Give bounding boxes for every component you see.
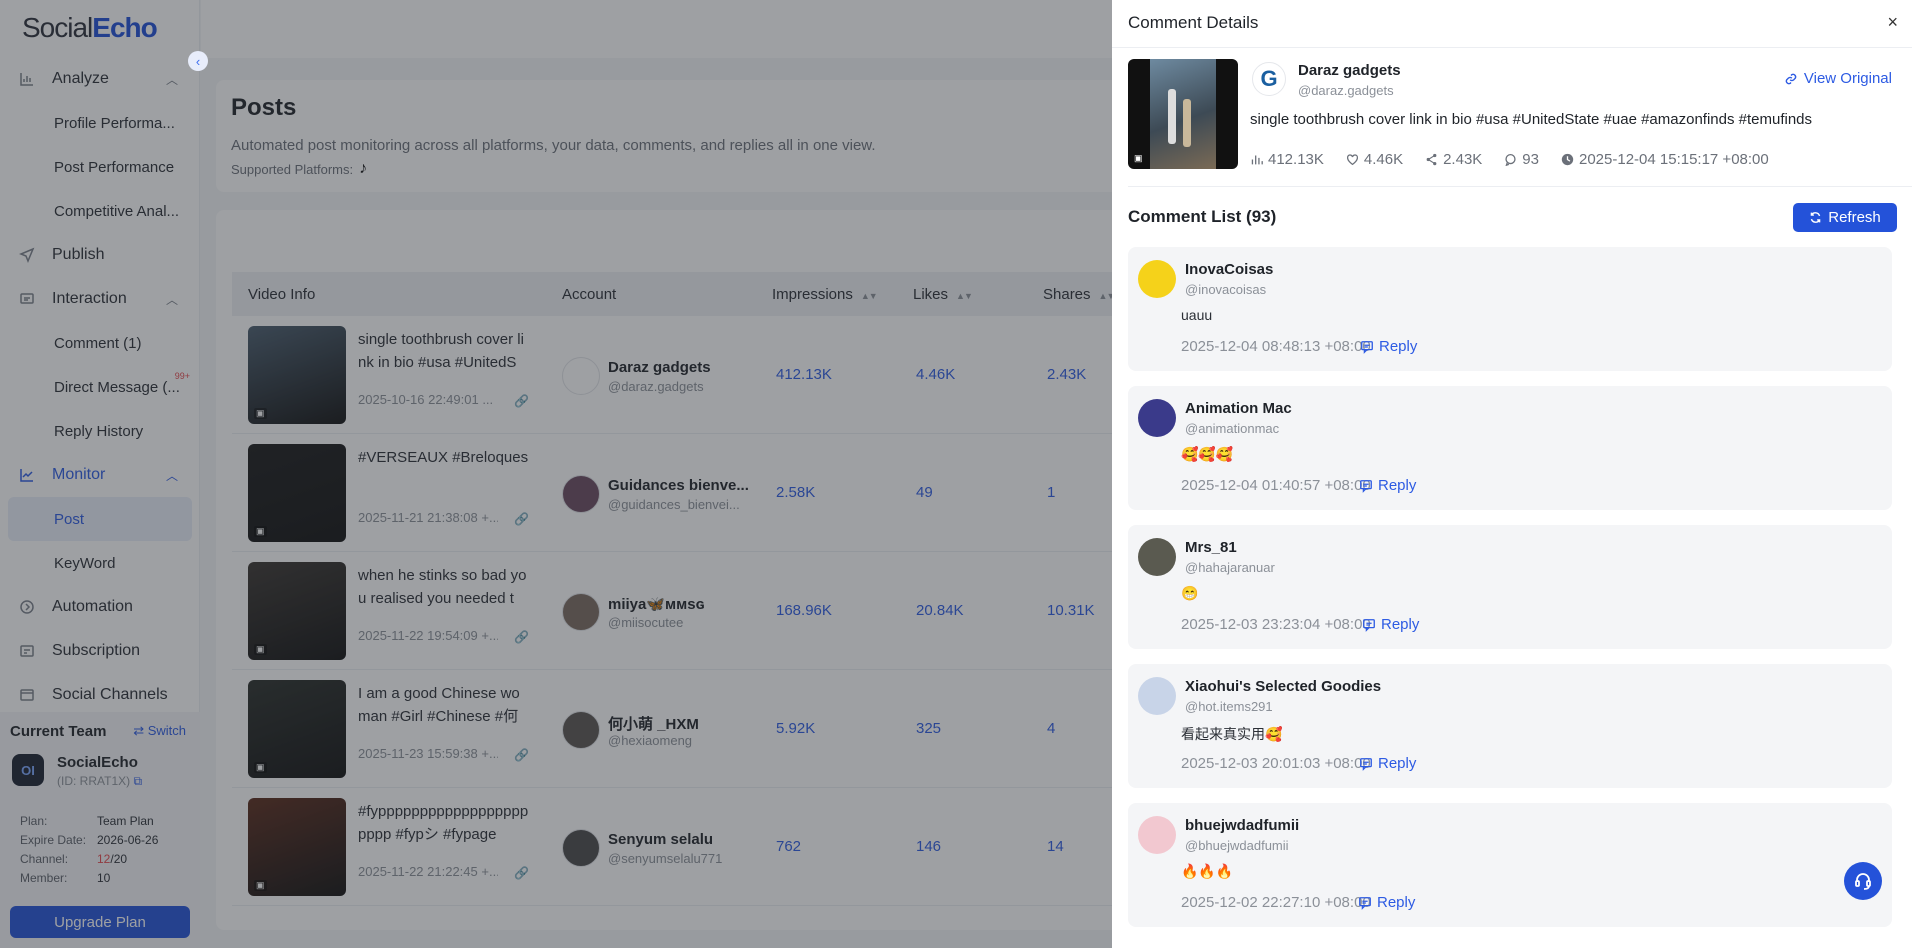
comment-text: 🥰🥰🥰	[1181, 446, 1234, 462]
refresh-button[interactable]: Refresh	[1793, 203, 1897, 232]
commenter-name[interactable]: Animation Mac	[1185, 400, 1292, 417]
reply-icon	[1359, 896, 1371, 910]
headset-icon	[1855, 873, 1871, 890]
comment-time: 2025-12-04 08:48:13 +08:00	[1181, 338, 1371, 355]
refresh-icon	[1810, 212, 1821, 223]
impressions-stat: 412.13K	[1250, 151, 1324, 168]
comment-item: InovaCoisas @inovacoisas uauu 2025-12-04…	[1128, 247, 1892, 371]
reply-button[interactable]: Reply	[1360, 338, 1417, 355]
comment-details-drawer: Comment Details × ▣ G Daraz gadgets @dar…	[1112, 0, 1912, 948]
post-avatar: G	[1252, 62, 1286, 96]
avatar	[1138, 816, 1176, 854]
comment-time: 2025-12-03 23:23:04 +08:00	[1181, 616, 1371, 633]
link-icon	[1785, 73, 1797, 84]
commenter-name[interactable]: InovaCoisas	[1185, 261, 1273, 278]
avatar	[1138, 260, 1176, 298]
post-thumbnail[interactable]: ▣	[1128, 59, 1238, 169]
commenter-handle: @bhuejwdadfumii	[1185, 838, 1289, 853]
comment-item: bhuejwdadfumii @bhuejwdadfumii 🔥🔥🔥 2025-…	[1128, 803, 1892, 927]
bar-chart-icon	[1251, 155, 1263, 165]
commenter-name[interactable]: Xiaohui's Selected Goodies	[1185, 678, 1381, 695]
divider	[1128, 186, 1912, 187]
reply-button[interactable]: Reply	[1362, 616, 1419, 633]
commenter-handle: @hot.items291	[1185, 699, 1273, 714]
commenter-handle: @hahajaranuar	[1185, 560, 1275, 575]
video-icon: ▣	[1134, 153, 1143, 163]
divider	[1112, 47, 1912, 48]
comment-text: 😁	[1181, 585, 1199, 601]
comment-item: Animation Mac @animationmac 🥰🥰🥰 2025-12-…	[1128, 386, 1892, 510]
reply-icon	[1361, 340, 1373, 354]
comment-time: 2025-12-03 20:01:03 +08:00	[1181, 755, 1371, 772]
comment-time: 2025-12-04 01:40:57 +08:00	[1181, 477, 1371, 494]
reply-button[interactable]: Reply	[1359, 477, 1416, 494]
comment-text: uauu	[1181, 307, 1213, 323]
reply-icon	[1363, 618, 1375, 632]
commenter-name[interactable]: bhuejwdadfumii	[1185, 817, 1299, 834]
comment-list-title: Comment List (93)	[1128, 207, 1277, 226]
reply-icon	[1360, 757, 1372, 771]
post-text: single toothbrush cover link in bio #usa…	[1250, 111, 1813, 128]
clock-icon	[1561, 153, 1574, 166]
commenter-handle: @inovacoisas	[1185, 282, 1267, 297]
post-account-name[interactable]: Daraz gadgets	[1298, 62, 1401, 79]
comment-time: 2025-12-02 22:27:10 +08:00	[1181, 894, 1371, 911]
comment-item: Xiaohui's Selected Goodies @hot.items291…	[1128, 664, 1892, 788]
comments-stat: 93	[1504, 151, 1539, 168]
reply-button[interactable]: Reply	[1359, 755, 1416, 772]
post-account-handle: @daraz.gadgets	[1298, 83, 1394, 98]
view-original-link[interactable]: View Original	[1784, 70, 1892, 87]
reply-button[interactable]: Reply	[1358, 894, 1415, 911]
shares-stat: 2.43K	[1425, 151, 1482, 168]
reply-icon	[1360, 479, 1372, 493]
commenter-handle: @animationmac	[1185, 421, 1280, 436]
likes-stat: 4.46K	[1346, 151, 1403, 168]
avatar	[1138, 399, 1176, 437]
modal-overlay[interactable]	[0, 0, 1112, 948]
comment-text: 看起来真实用🥰	[1181, 726, 1283, 742]
heart-icon	[1346, 154, 1358, 166]
comment-text: 🔥🔥🔥	[1181, 863, 1234, 879]
comment-item: Mrs_81 @hahajaranuar 😁 2025-12-03 23:23:…	[1128, 525, 1892, 649]
avatar	[1138, 677, 1176, 715]
avatar	[1138, 538, 1176, 576]
commenter-name[interactable]: Mrs_81	[1185, 539, 1237, 556]
support-chat-button[interactable]	[1844, 862, 1882, 900]
close-icon[interactable]: ×	[1887, 12, 1898, 33]
post-stats: 412.13K 4.46K 2.43K 93 2025-12-04 15:15:…	[1250, 151, 1769, 168]
share-icon	[1426, 153, 1437, 166]
drawer-title: Comment Details	[1128, 13, 1259, 32]
time-stat: 2025-12-04 15:15:17 +08:00	[1561, 151, 1769, 168]
comment-icon	[1505, 153, 1516, 166]
collapse-sidebar-icon[interactable]: ‹	[188, 51, 208, 71]
